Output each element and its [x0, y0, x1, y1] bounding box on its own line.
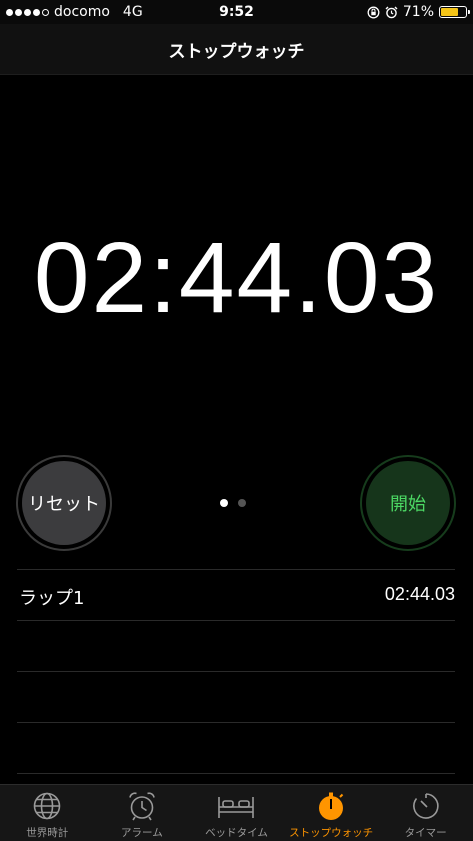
lap-time: 02:44.03 [384, 584, 455, 604]
battery-icon [439, 6, 470, 18]
start-button[interactable]: 開始 [360, 455, 456, 551]
page-dot-1 [220, 499, 228, 507]
tab-world-clock[interactable]: 世界時計 [0, 785, 95, 841]
reset-button-label: リセット [22, 461, 106, 545]
alarm-clock-icon [129, 792, 155, 821]
tab-stopwatch[interactable]: ストップウォッチ [284, 785, 379, 841]
lap-row: ラップ1 02:44.03 [17, 569, 455, 620]
tab-label: ベッドタイム [205, 827, 268, 839]
lap-label: ラップ1 [19, 588, 85, 609]
tab-bar: 世界時計 アラーム ベッドタイム ストップウォッチ タイマー [0, 784, 473, 841]
lap-row-empty [17, 620, 455, 671]
status-bar: docomo 4G 9:52 71% [0, 0, 473, 24]
bed-icon [218, 797, 255, 818]
start-button-label: 開始 [366, 461, 450, 545]
tab-alarm[interactable]: アラーム [95, 785, 190, 841]
lap-row-empty [17, 671, 455, 722]
page-indicator[interactable] [220, 499, 246, 507]
tab-timer[interactable]: タイマー [378, 785, 473, 841]
status-right: 71% [367, 4, 470, 20]
alarm-icon [385, 6, 398, 18]
battery-percent: 71% [402, 4, 434, 20]
tab-bedtime[interactable]: ベッドタイム [189, 785, 284, 841]
reset-button[interactable]: リセット [16, 455, 112, 551]
lap-list: ラップ1 02:44.03 [17, 569, 455, 774]
tab-label: タイマー [404, 827, 447, 839]
timer-icon [412, 793, 439, 819]
lap-row-empty [17, 722, 455, 774]
tab-label: アラーム [121, 827, 163, 839]
page-dot-2 [238, 499, 246, 507]
globe-icon [33, 792, 61, 820]
rotation-lock-icon [367, 6, 380, 18]
page-title: ストップウォッチ [168, 42, 305, 62]
stopwatch-time-display: 02:44.03 [33, 222, 440, 334]
nav-bar: ストップウォッチ [0, 24, 473, 75]
stopwatch-icon [319, 792, 344, 820]
tab-label: 世界時計 [26, 827, 69, 839]
tab-label: ストップウォッチ [289, 827, 374, 839]
